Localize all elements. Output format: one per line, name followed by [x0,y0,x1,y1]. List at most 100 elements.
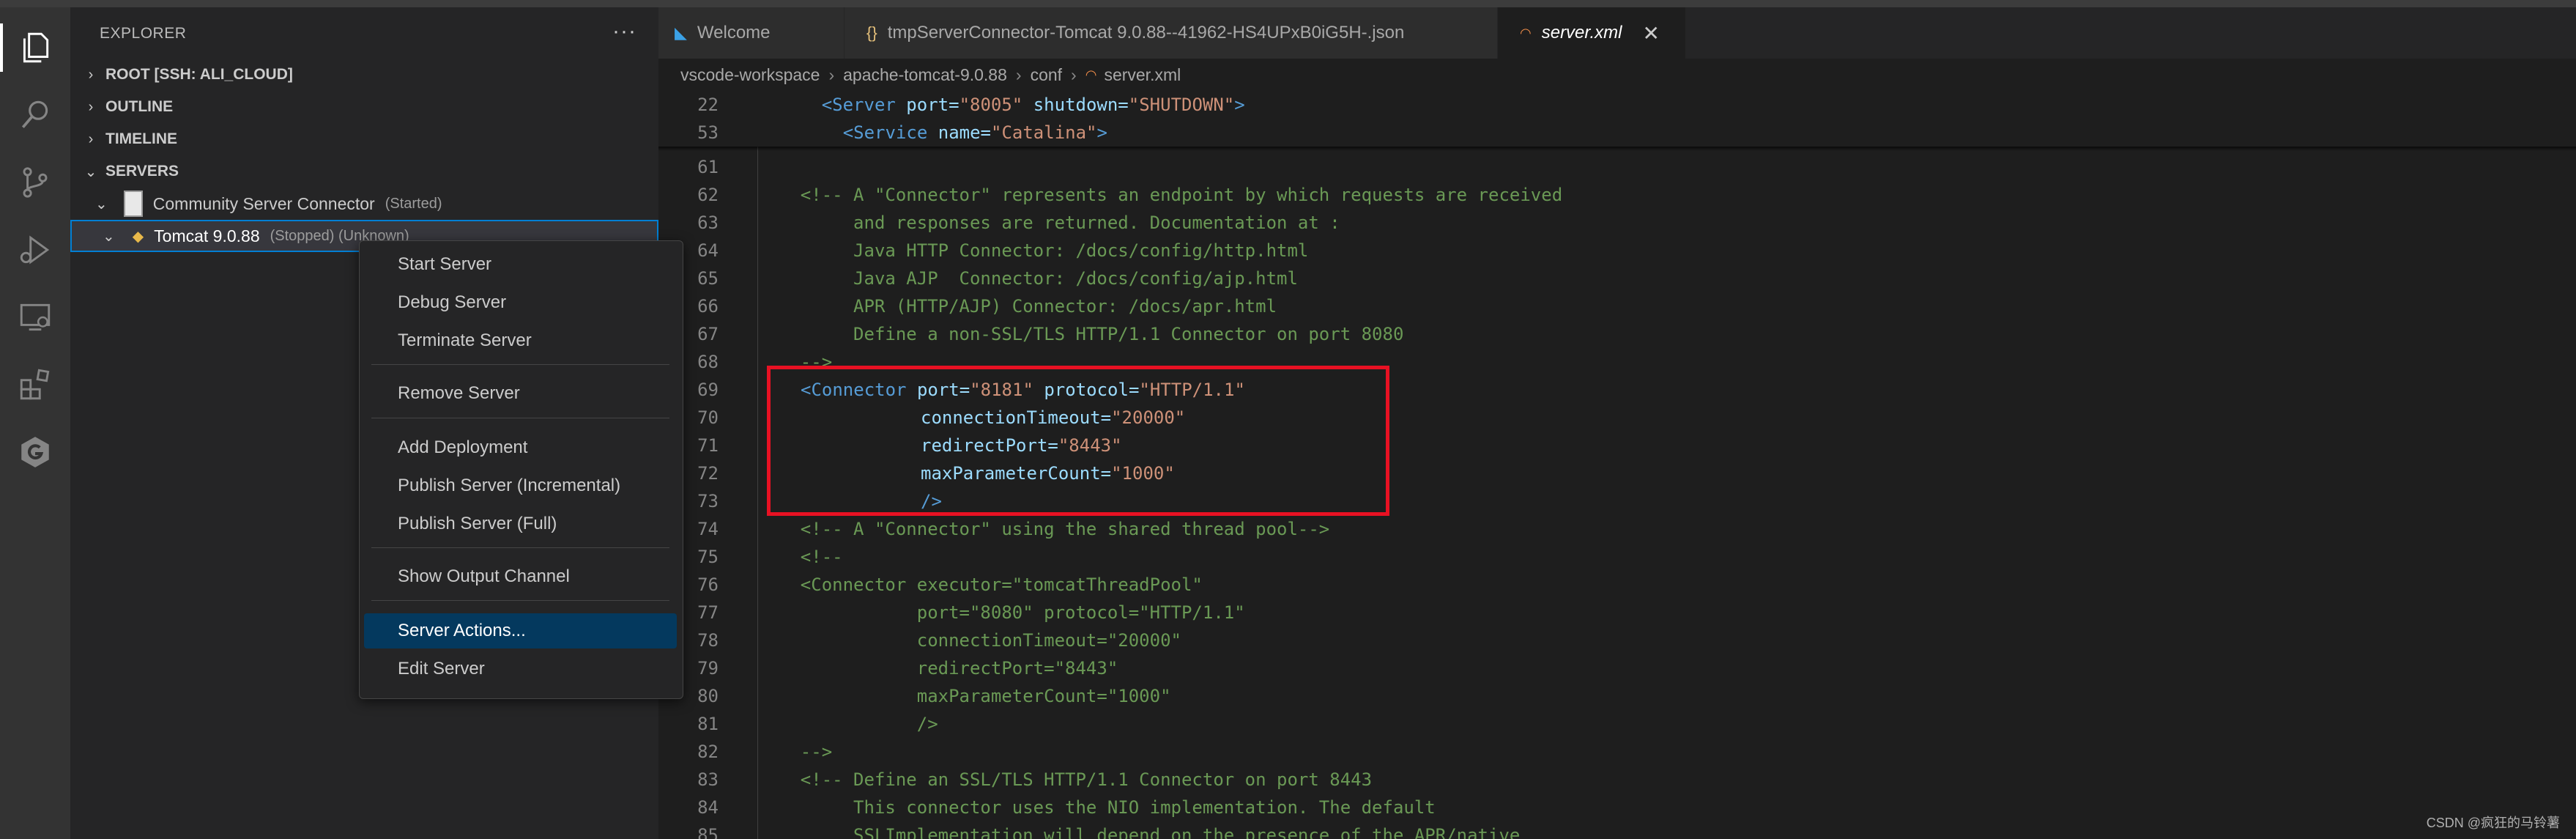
code-line[interactable]: 80 maxParameterCount="1000" [658,682,2576,710]
code-line[interactable]: 65 Java AJP Connector: /docs/config/ajp.… [658,265,2576,292]
tab-tmp-json[interactable]: {} tmpServerConnector-Tomcat 9.0.88--419… [845,7,1498,59]
xml-value: "Catalina" [991,122,1097,143]
code-line[interactable]: 79 redirectPort="8443" [658,654,2576,682]
line-number: 63 [697,212,719,233]
code-line[interactable]: 85 SSLImplementation will depend on the … [658,821,2576,839]
code-line[interactable]: 78 connectionTimeout="20000" [658,627,2576,654]
section-servers-label: SERVERS [105,163,179,180]
code-text: <!-- A "Connector" using the shared thre… [758,519,1330,539]
watermark: CSDN @疯狂的马铃薯 [2426,816,2560,830]
code-line[interactable]: 75 <!-- [658,543,2576,571]
line-number: 53 [697,122,719,143]
code-text: /> [758,714,938,734]
xml-rss-icon: ◠ [1085,67,1097,82]
code-line[interactable]: 66 APR (HTTP/AJP) Connector: /docs/apr.h… [658,292,2576,320]
section-servers[interactable]: ⌄ SERVERS [70,155,658,188]
more-actions-icon[interactable]: ··· [612,19,636,44]
server-connector-status: (Started) [385,195,442,212]
code-line[interactable]: 67 Define a non-SSL/TLS HTTP/1.1 Connect… [658,320,2576,348]
tomcat-icon: ◆ [132,228,144,245]
explorer-icon[interactable] [0,15,70,81]
chevron-right-icon: › [88,130,94,147]
menu-item-label: Start Server [398,254,492,274]
code-line[interactable]: 64 Java HTTP Connector: /docs/config/htt… [658,237,2576,265]
menu-item-publish-incremental[interactable]: Publish Server (Incremental) [364,468,677,503]
code-line[interactable]: 81 /> [658,710,2576,738]
menu-item-start-server[interactable]: Start Server [364,247,677,282]
search-icon[interactable] [0,82,70,148]
line-number: 85 [697,825,719,839]
section-outline[interactable]: › OUTLINE [70,91,658,123]
section-root[interactable]: › ROOT [SSH: ALI_CLOUD] [70,59,658,91]
code-text: <!-- [758,547,843,567]
server-context-menu: Start Server Debug Server Terminate Serv… [359,240,683,699]
menu-item-label: Publish Server (Full) [398,514,557,533]
sticky-line-53[interactable]: 53 <Service name="Catalina"> [658,119,2576,147]
gitlens-icon[interactable] [0,419,70,485]
chevron-right-icon: › [828,64,835,84]
section-timeline[interactable]: › TIMELINE [70,123,658,155]
editor-tabs: ◣ Welcome {} tmpServerConnector-Tomcat 9… [658,7,2576,59]
code-text: Java HTTP Connector: /docs/config/http.h… [758,240,1309,261]
code-text: Define a non-SSL/TLS HTTP/1.1 Connector … [758,324,1404,344]
menu-item-label: Terminate Server [398,330,532,350]
code-text: <!-- A "Connector" represents an endpoin… [758,185,1563,205]
menu-item-terminate-server[interactable]: Terminate Server [364,323,677,358]
code-line[interactable]: 61 [658,153,2576,181]
menu-item-publish-full[interactable]: Publish Server (Full) [364,506,677,542]
xml-tag: <Service [842,122,928,143]
code-text: <Connector executor="tomcatThreadPool" [758,574,1203,595]
code-line[interactable]: 74 <!-- A "Connector" using the shared t… [658,515,2576,543]
code-line[interactable]: 84 This connector uses the NIO implement… [658,794,2576,821]
breadcrumb-item[interactable]: vscode-workspace [680,65,820,85]
xml-value: "SHUTDOWN" [1128,95,1235,115]
breadcrumb-item[interactable]: conf [1031,65,1062,85]
section-timeline-label: TIMELINE [105,130,177,147]
tab-welcome[interactable]: ◣ Welcome [658,7,845,59]
menu-item-label: Add Deployment [398,437,528,457]
close-icon[interactable]: ✕ [1643,21,1660,45]
code-line[interactable]: 83 <!-- Define an SSL/TLS HTTP/1.1 Conne… [658,766,2576,794]
section-outline-label: OUTLINE [105,98,174,115]
breadcrumb-item[interactable]: apache-tomcat-9.0.88 [843,65,1007,85]
code-line[interactable]: 82 --> [658,738,2576,766]
code-text: SSLImplementation will depend on the pre… [758,825,1521,839]
menu-separator [371,600,669,601]
chevron-right-icon: › [1071,64,1077,84]
run-debug-icon[interactable] [0,217,70,283]
menu-item-debug-server[interactable]: Debug Server [364,285,677,320]
vscode-logo-icon: ◣ [675,23,687,42]
code-text: port="8080" protocol="HTTP/1.1" [758,602,1245,623]
section-root-label: ROOT [SSH: ALI_CLOUD] [105,66,293,83]
code-line[interactable]: 63 and responses are returned. Documenta… [658,209,2576,237]
remote-explorer-icon[interactable] [0,284,70,350]
tab-label: server.xml [1541,23,1622,42]
menu-item-remove-server[interactable]: Remove Server [364,376,677,411]
menu-item-edit-server[interactable]: Edit Server [364,651,677,687]
menu-item-label: Server Actions... [398,621,526,640]
menu-item-label: Show Output Channel [398,566,570,586]
line-number: 83 [697,769,719,790]
menu-item-label: Debug Server [398,292,507,312]
breadcrumb-item[interactable]: server.xml [1104,65,1181,85]
server-connector-row[interactable]: ⌄ Community Server Connector (Started) [70,188,658,220]
menu-item-server-actions[interactable]: Server Actions... [364,613,677,648]
line-number: 61 [697,157,719,177]
menu-item-label: Remove Server [398,383,520,403]
tab-server-xml[interactable]: ◠ server.xml ✕ [1498,7,1686,59]
chevron-right-icon: › [88,98,94,115]
code-line[interactable]: 76 <Connector executor="tomcatThreadPool… [658,571,2576,599]
extensions-icon[interactable] [0,352,70,418]
explorer-title: EXPLORER [100,25,187,42]
code-text: maxParameterCount="1000" [758,686,1171,706]
code-text: <!-- Define an SSL/TLS HTTP/1.1 Connecto… [758,769,1373,790]
chevron-down-icon: ⌄ [84,163,97,180]
breadcrumb: vscode-workspace › apache-tomcat-9.0.88 … [658,59,2576,91]
code-line[interactable]: 62 <!-- A "Connector" represents an endp… [658,181,2576,209]
menu-item-add-deployment[interactable]: Add Deployment [364,430,677,465]
menu-item-show-output-channel[interactable]: Show Output Channel [364,559,677,594]
line-number: 84 [697,797,719,818]
code-line[interactable]: 77 port="8080" protocol="HTTP/1.1" [658,599,2576,627]
source-control-icon[interactable] [0,149,70,215]
tab-label: tmpServerConnector-Tomcat 9.0.88--41962-… [887,23,1405,42]
